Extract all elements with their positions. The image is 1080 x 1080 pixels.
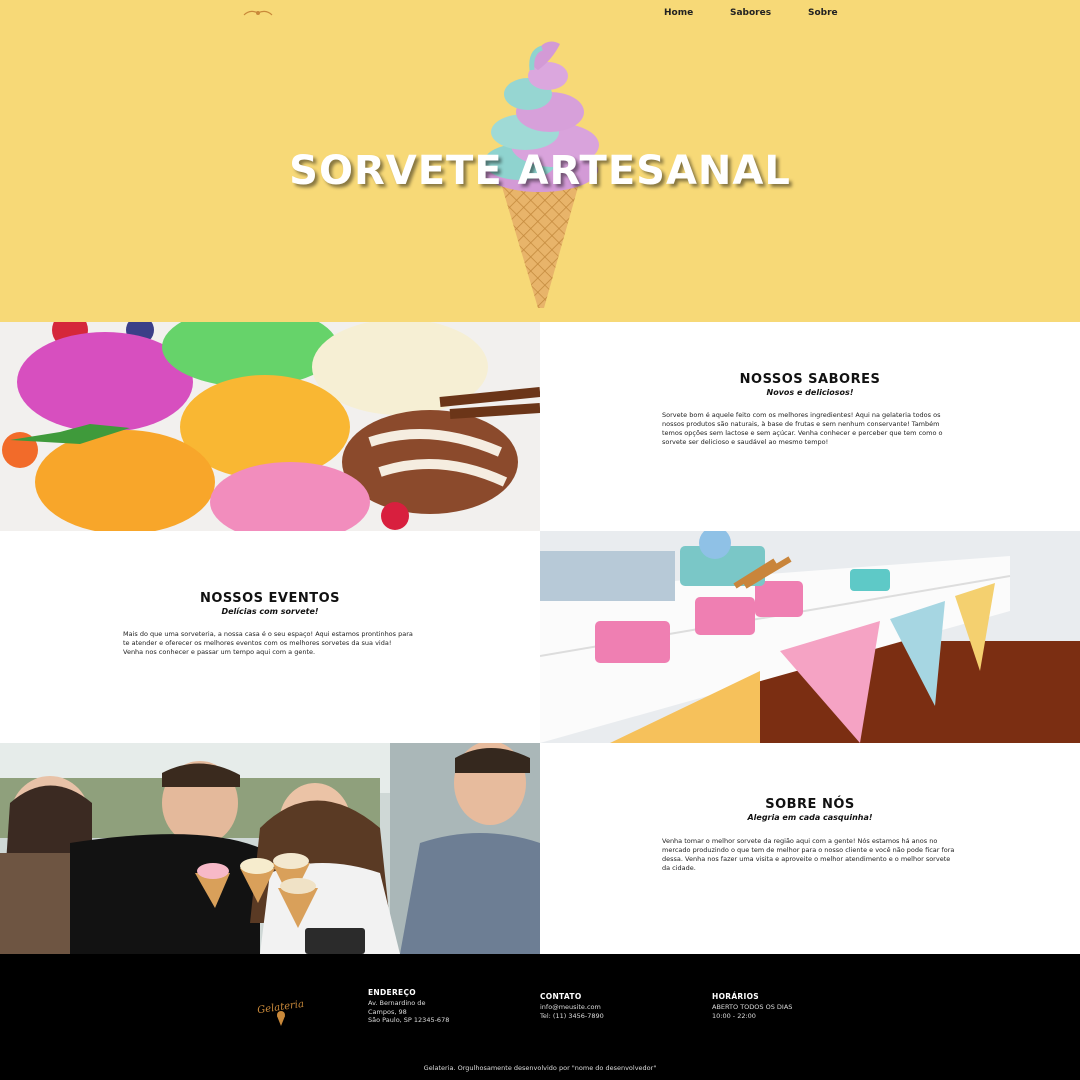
- section-title: NOSSOS EVENTOS: [200, 591, 340, 606]
- eventos-image: [540, 531, 1080, 743]
- nav-sobre-link[interactable]: Sobre: [808, 8, 838, 18]
- copyright-text: Gelateria. Orgulhosamente desenvolvido p…: [423, 1064, 657, 1072]
- section-body: Venha tomar o melhor sorvete da região a…: [662, 837, 955, 872]
- footer-heading: HORÁRIOS: [712, 992, 759, 1001]
- site-footer: Gelateria ENDEREÇO Av. Bernardino de Cam…: [0, 954, 1080, 1080]
- footer-email-link[interactable]: info@meusite.com: [540, 1003, 680, 1012]
- hero-title: SORVETE ARTESANAL: [289, 148, 791, 194]
- footer-address: ENDEREÇO Av. Bernardino de Campos, 98 Sã…: [368, 988, 508, 1025]
- sobre-image: [0, 743, 540, 954]
- section-body: Sorvete bom é aquele feito com os melhor…: [662, 411, 943, 446]
- footer-line: Av. Bernardino de: [368, 999, 426, 1007]
- footer-contact: CONTATO info@meusite.com Tel: (11) 3456-…: [540, 992, 680, 1020]
- section-subtitle: Novos e deliciosos!: [766, 388, 854, 397]
- footer-line: São Paulo, SP 12345-678: [368, 1016, 450, 1024]
- nav-home-link[interactable]: Home: [664, 8, 693, 18]
- eventos-text: NOSSOS EVENTOS Delícias com sorvete! Mai…: [0, 531, 540, 743]
- footer-line: ABERTO TODOS OS DIAS: [712, 1003, 793, 1011]
- section-title: NOSSOS SABORES: [739, 372, 881, 387]
- footer-hours: HORÁRIOS ABERTO TODOS OS DIAS 10:00 - 22…: [712, 992, 852, 1020]
- section-body: Mais do que uma sorveteria, a nossa casa…: [123, 630, 413, 656]
- footer-line: Campos, 98: [368, 1007, 407, 1016]
- sobre-text: SOBRE NÓS Alegria em cada casquinha! Ven…: [540, 743, 1080, 954]
- section-subtitle: Alegria em cada casquinha!: [747, 813, 873, 822]
- sabores-text: NOSSOS SABORES Novos e deliciosos! Sorve…: [540, 322, 1080, 531]
- logo-icon[interactable]: [240, 7, 276, 19]
- section-title: SOBRE NÓS: [765, 797, 855, 812]
- section-subtitle: Delícias com sorvete!: [221, 607, 319, 616]
- section-eventos: NOSSOS EVENTOS Delícias com sorvete! Mai…: [0, 531, 1080, 743]
- section-sobre: SOBRE NÓS Alegria em cada casquinha! Ven…: [0, 743, 1080, 954]
- gelateria-logo-icon[interactable]: Gelateria: [252, 994, 310, 1030]
- nav-sabores-link[interactable]: Sabores: [730, 8, 771, 18]
- sabores-image: [0, 322, 540, 531]
- footer-heading: CONTATO: [540, 992, 582, 1001]
- footer-heading: ENDEREÇO: [368, 988, 416, 997]
- hero-banner: Home Sabores Sobre SORVETE ARTESANAL: [0, 0, 1080, 322]
- footer-line: Tel: (11) 3456-7890: [540, 1011, 604, 1020]
- footer-line: 10:00 - 22:00: [712, 1011, 756, 1020]
- section-sabores: NOSSOS SABORES Novos e deliciosos! Sorve…: [0, 322, 1080, 531]
